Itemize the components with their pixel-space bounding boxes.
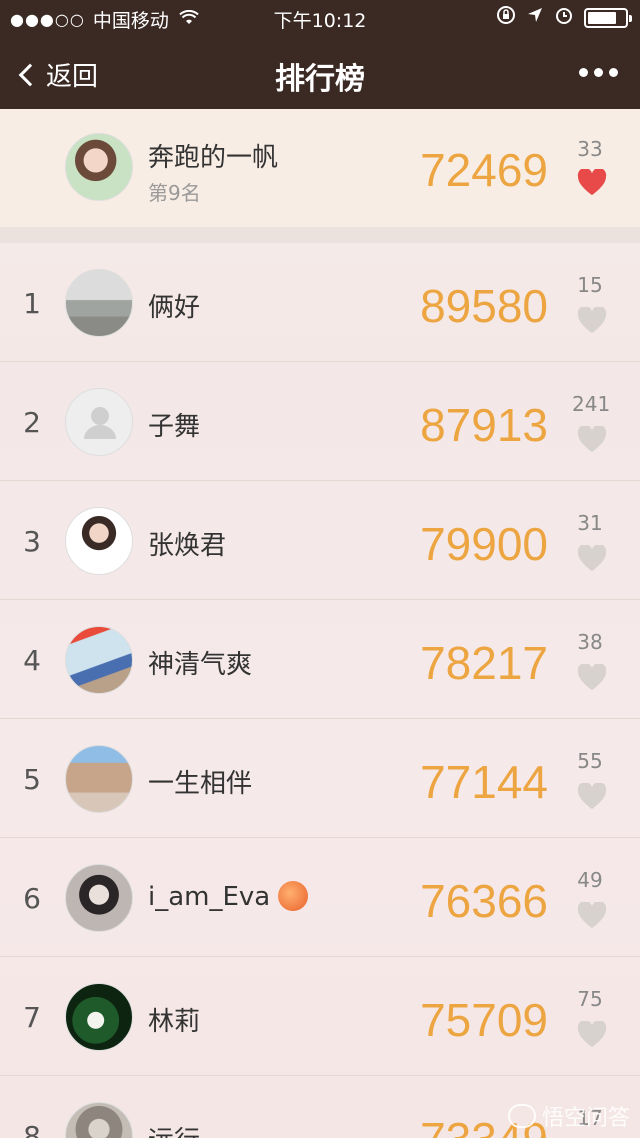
ranking-row[interactable]: 5 一生相伴 77144 55	[0, 719, 640, 838]
rotation-lock-icon	[496, 5, 516, 30]
ranking-row[interactable]: 1 俩好 89580 15	[0, 243, 640, 362]
avatar[interactable]	[65, 1102, 133, 1138]
more-dot-icon	[579, 68, 588, 77]
peach-icon	[278, 880, 309, 911]
avatar[interactable]	[65, 133, 133, 201]
rank-number: 7	[23, 1001, 41, 1034]
my-score: 72469	[420, 144, 548, 196]
heart-icon[interactable]	[577, 783, 607, 811]
avatar[interactable]	[65, 745, 133, 813]
heart-icon[interactable]	[577, 664, 607, 692]
chat-bubble-icon	[507, 1104, 536, 1128]
step-score: 89580	[420, 280, 548, 332]
like-count: 55	[577, 749, 603, 773]
like-count: 49	[577, 868, 603, 892]
ranking-row[interactable]: 7 林莉 75709 75	[0, 957, 640, 1076]
user-name: 神清气爽	[148, 650, 253, 680]
rank-number: 1	[23, 287, 41, 320]
step-score: 76366	[420, 875, 548, 927]
rank-number: 6	[23, 882, 41, 915]
more-dot-icon	[609, 68, 618, 77]
my-like-count: 33	[577, 137, 603, 161]
heart-icon[interactable]	[577, 169, 607, 197]
default-user-icon	[84, 407, 116, 439]
status-bar: ●●●○○ 中国移动 下午10:12	[0, 0, 640, 36]
ranking-row[interactable]: 2 子舞 87913 241	[0, 362, 640, 481]
watermark-text: 悟空问答	[541, 1106, 630, 1131]
step-score: 87913	[420, 399, 548, 451]
rank-number: 8	[23, 1120, 41, 1138]
more-dot-icon	[594, 68, 603, 77]
user-name: i_am_Eva	[148, 880, 309, 913]
heart-icon[interactable]	[577, 426, 607, 454]
ranking-row[interactable]: 4 神清气爽 78217 38	[0, 600, 640, 719]
rank-number: 3	[23, 525, 41, 558]
user-name-text: i_am_Eva	[148, 882, 271, 912]
step-score: 75709	[420, 994, 548, 1046]
heart-icon[interactable]	[577, 1021, 607, 1049]
section-divider	[0, 227, 640, 243]
alarm-icon	[554, 5, 574, 30]
like-count: 241	[572, 392, 611, 416]
like-count: 75	[577, 987, 603, 1011]
rank-number: 5	[23, 763, 41, 796]
avatar[interactable]	[65, 388, 133, 456]
avatar[interactable]	[65, 507, 133, 575]
heart-icon[interactable]	[577, 545, 607, 573]
ranking-row[interactable]: 3 张焕君 79900 31	[0, 481, 640, 600]
step-score: 78217	[420, 637, 548, 689]
nav-bar: 返回 排行榜	[0, 36, 640, 109]
my-name: 奔跑的一帆	[148, 143, 279, 173]
more-button[interactable]	[579, 68, 618, 77]
avatar[interactable]	[65, 269, 133, 337]
location-icon	[526, 6, 544, 29]
avatar[interactable]	[65, 864, 133, 932]
like-count: 38	[577, 630, 603, 654]
page-title: 排行榜	[275, 62, 365, 97]
user-name: 俩好	[148, 293, 201, 323]
heart-icon[interactable]	[577, 307, 607, 335]
battery-icon	[584, 7, 632, 28]
my-rank-row[interactable]: 奔跑的一帆 第9名 72469 33	[0, 109, 640, 227]
heart-icon[interactable]	[577, 902, 607, 930]
ranking-row[interactable]: 6 i_am_Eva 76366 49	[0, 838, 640, 957]
like-count: 31	[577, 511, 603, 535]
like-count: 15	[577, 273, 603, 297]
avatar[interactable]	[65, 626, 133, 694]
user-name: 张焕君	[148, 531, 227, 561]
step-score: 77144	[420, 756, 548, 808]
user-name: 远行	[148, 1120, 200, 1138]
watermark: 悟空问答	[507, 1100, 630, 1132]
avatar[interactable]	[65, 983, 133, 1051]
user-name: 林莉	[148, 1007, 201, 1037]
user-name: 子舞	[148, 412, 201, 442]
step-score: 79900	[420, 518, 548, 570]
my-rank-text: 第9名	[148, 181, 201, 205]
rank-number: 2	[23, 406, 41, 439]
user-name: 一生相伴	[148, 769, 253, 799]
rank-number: 4	[23, 644, 41, 677]
